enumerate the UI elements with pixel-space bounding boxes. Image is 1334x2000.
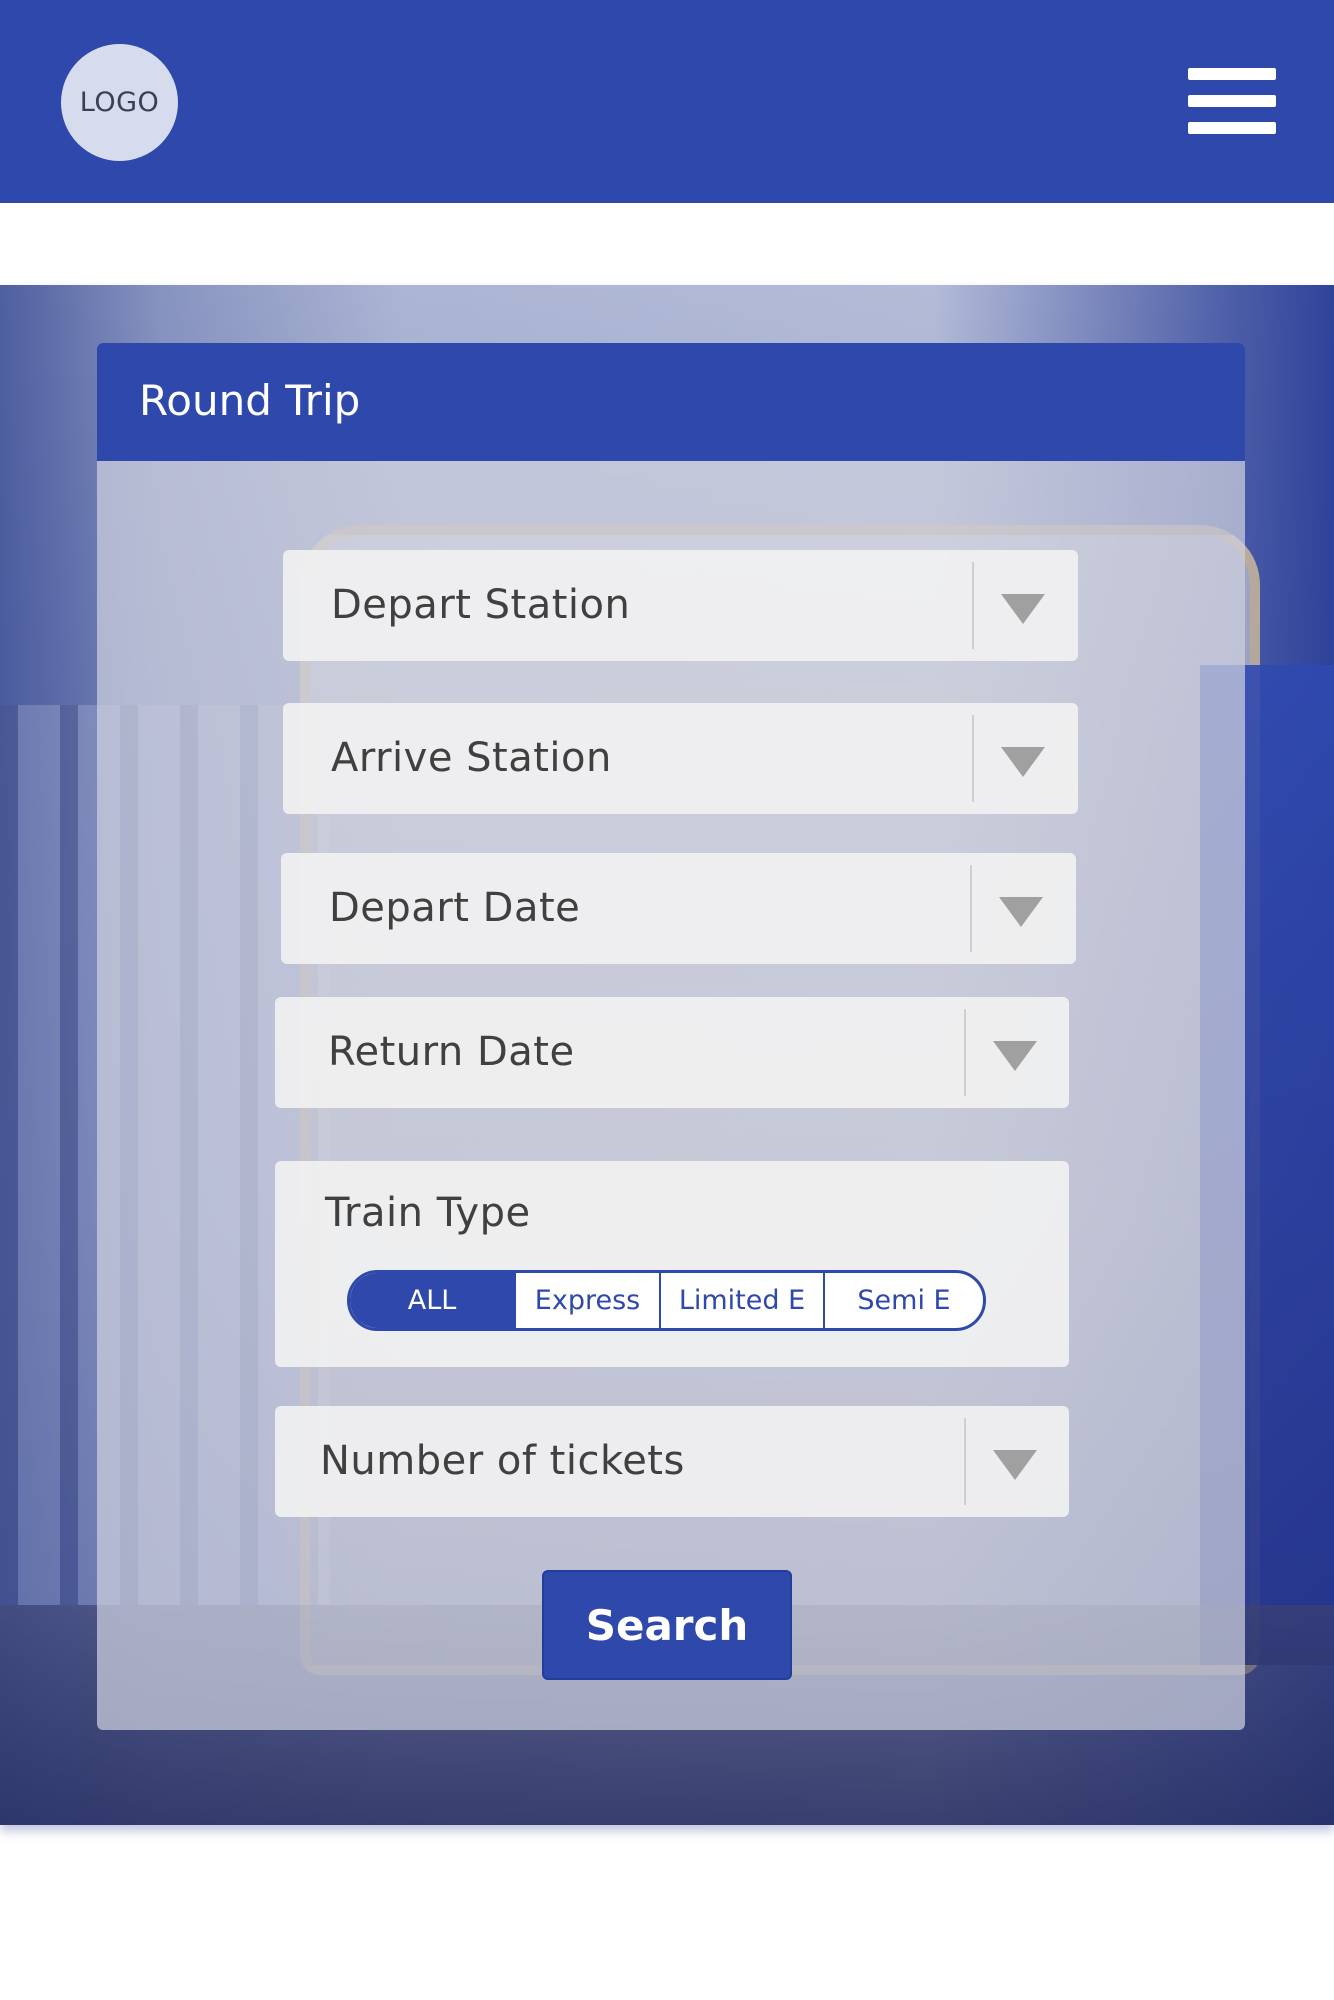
chevron-down-icon: [999, 897, 1043, 927]
depart-station-select[interactable]: Depart Station: [283, 550, 1078, 661]
menu-bar: [1188, 68, 1276, 80]
depart-station-label: Depart Station: [331, 582, 631, 628]
chevron-down-icon: [1001, 747, 1045, 777]
tickets-label: Number of tickets: [320, 1438, 685, 1484]
train-type-express[interactable]: Express: [514, 1273, 659, 1328]
chevron-down-icon: [1001, 594, 1045, 624]
logo[interactable]: LOGO: [61, 44, 178, 161]
arrive-station-label: Arrive Station: [331, 735, 612, 781]
menu-bar: [1188, 95, 1276, 107]
search-button[interactable]: Search: [542, 1570, 792, 1680]
train-type-label: Train Type: [325, 1190, 531, 1236]
return-date-select[interactable]: Return Date: [275, 997, 1069, 1108]
app-header: LOGO: [0, 0, 1334, 203]
form-header: Round Trip: [97, 343, 1245, 461]
train-type-segmented-control: ALL Express Limited E Semi E: [347, 1270, 986, 1331]
form-title: Round Trip: [139, 376, 361, 425]
train-type-group: Train Type ALL Express Limited E Semi E: [275, 1161, 1069, 1367]
chevron-down-icon: [993, 1450, 1037, 1480]
train-type-all[interactable]: ALL: [350, 1273, 514, 1328]
hamburger-menu-icon[interactable]: [1188, 68, 1276, 134]
return-date-label: Return Date: [328, 1029, 575, 1075]
select-divider: [970, 865, 972, 952]
select-divider: [972, 715, 974, 802]
select-divider: [964, 1009, 966, 1096]
chevron-down-icon: [993, 1041, 1037, 1071]
train-type-semi-express[interactable]: Semi E: [823, 1273, 983, 1328]
select-divider: [972, 562, 974, 649]
depart-date-select[interactable]: Depart Date: [281, 853, 1076, 964]
menu-bar: [1188, 122, 1276, 134]
select-divider: [964, 1418, 966, 1505]
tickets-select[interactable]: Number of tickets: [275, 1406, 1069, 1517]
arrive-station-select[interactable]: Arrive Station: [283, 703, 1078, 814]
train-type-limited-express[interactable]: Limited E: [659, 1273, 823, 1328]
depart-date-label: Depart Date: [329, 885, 581, 931]
